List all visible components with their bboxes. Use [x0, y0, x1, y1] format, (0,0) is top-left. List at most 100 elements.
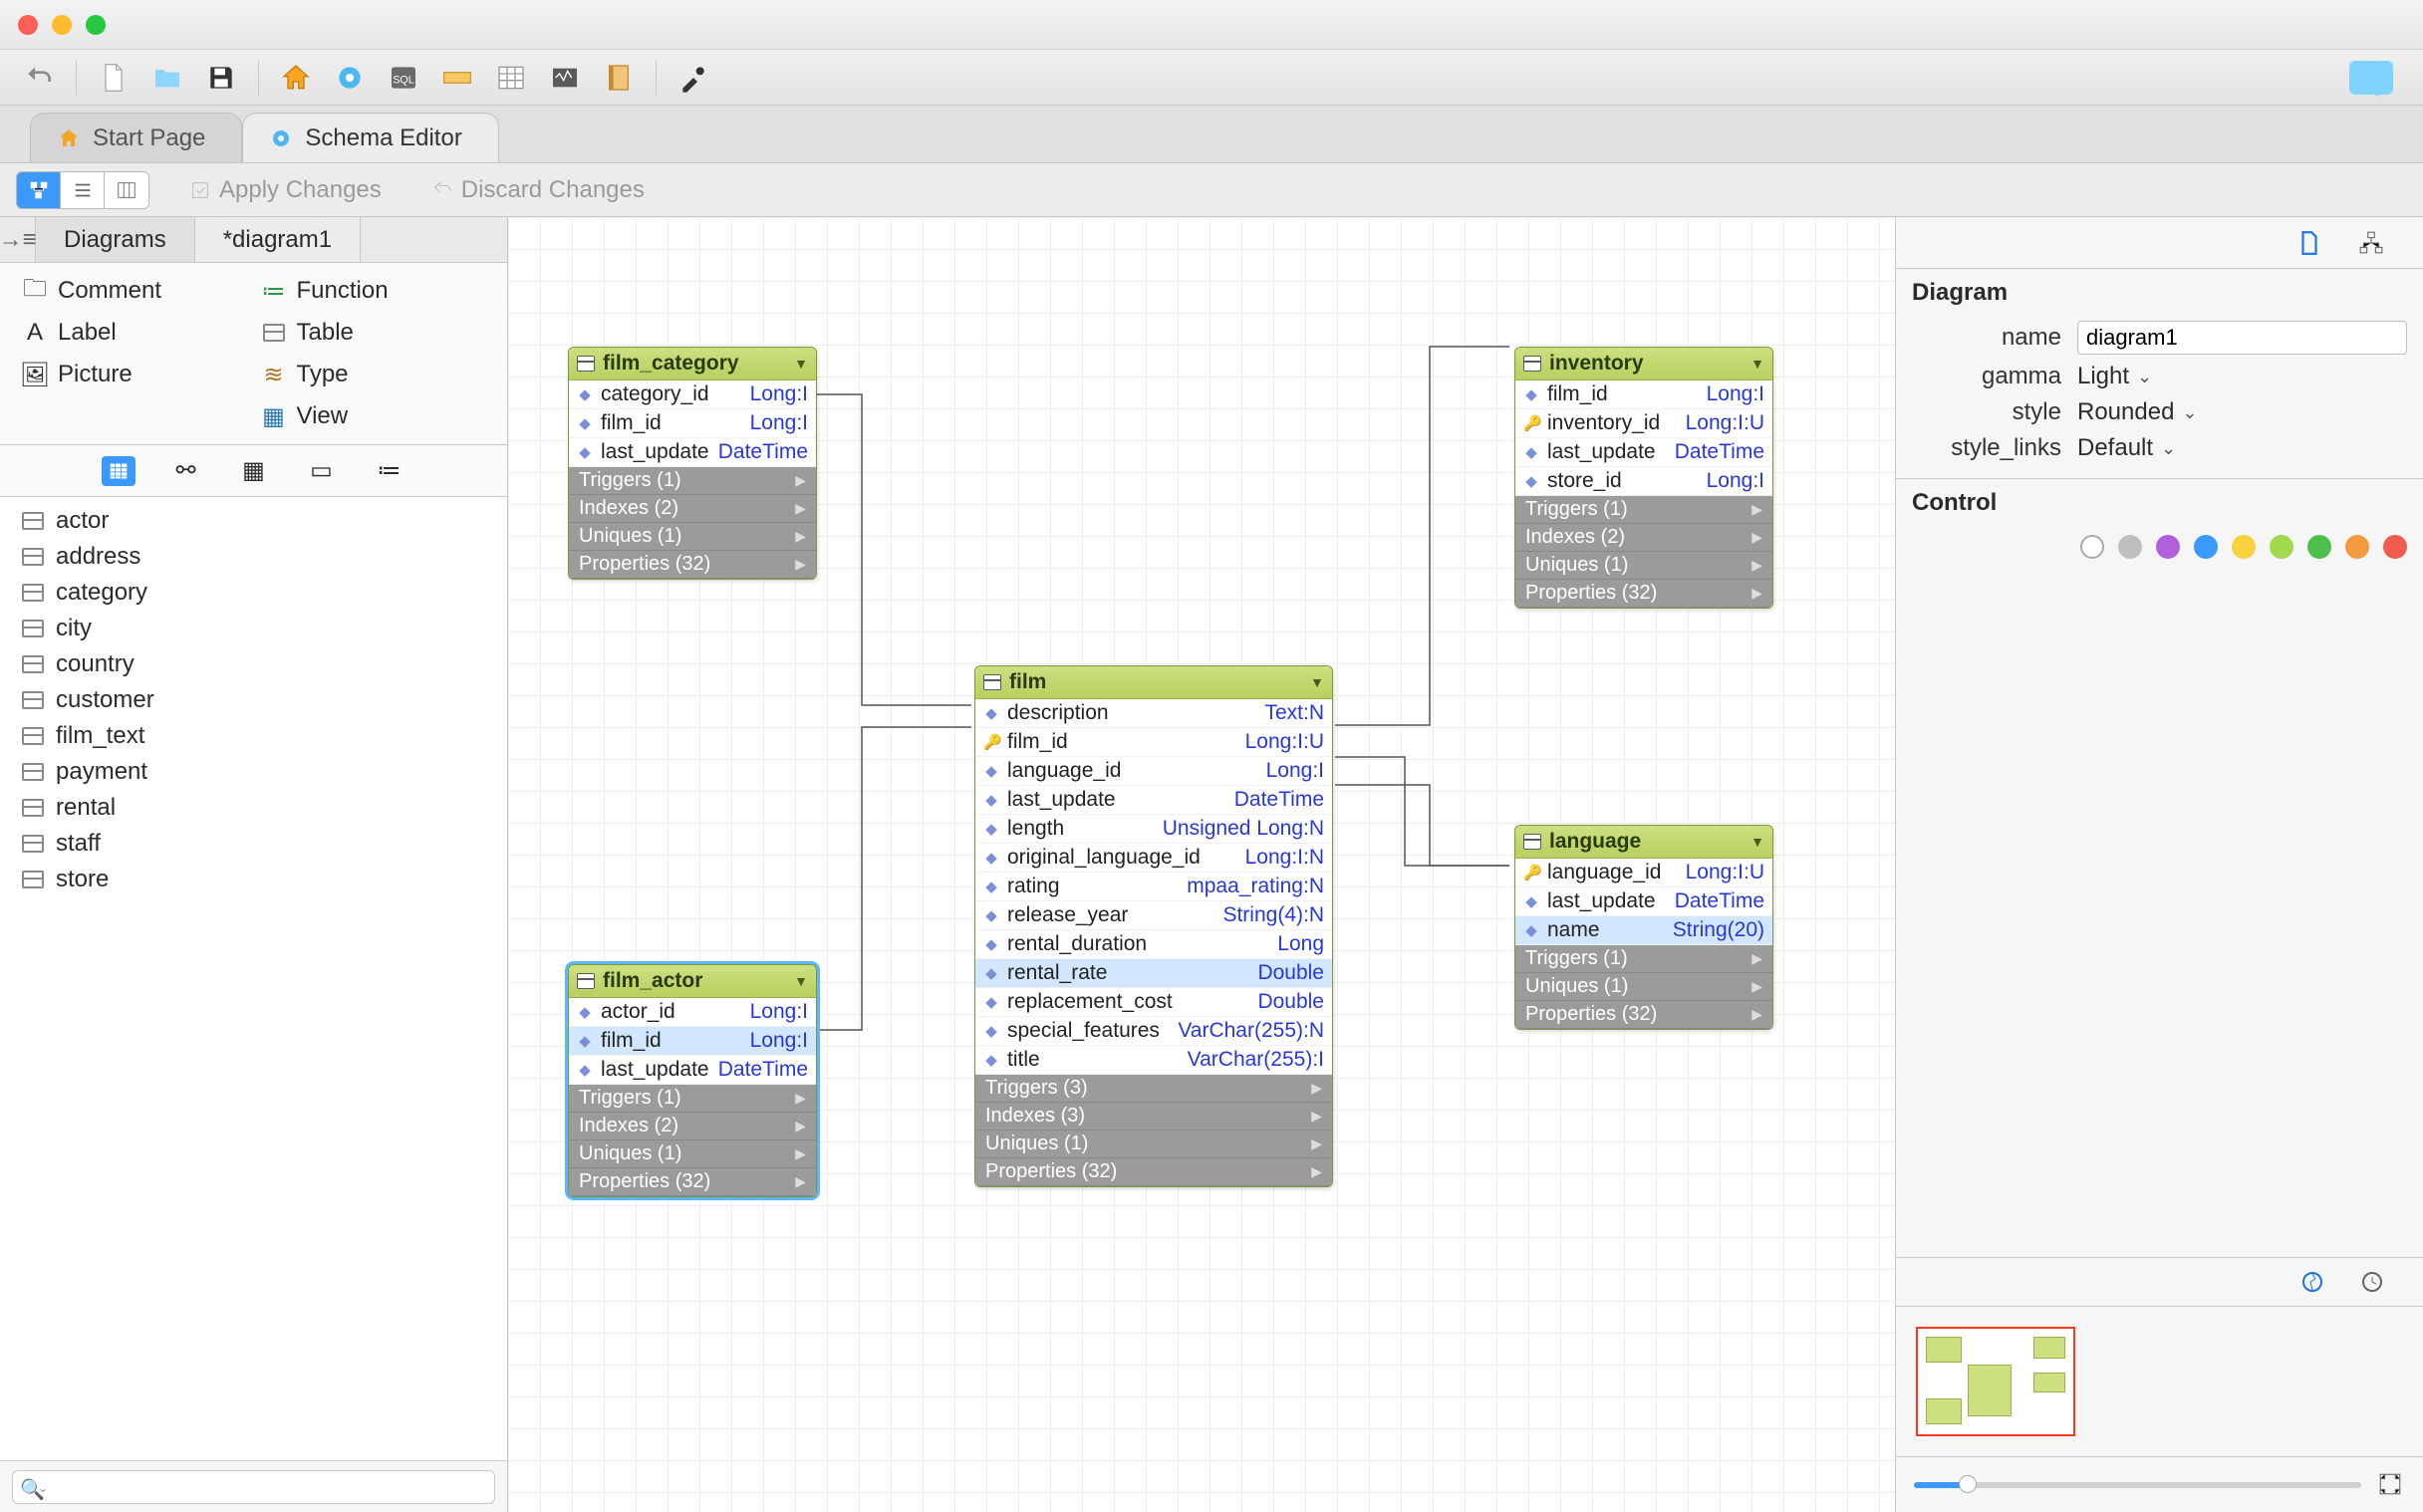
palette-view[interactable]: ▦View	[259, 398, 488, 434]
links-select[interactable]: Default	[2077, 434, 2176, 462]
er-section[interactable]: Uniques (1)▶	[1515, 973, 1772, 1001]
palette-comment[interactable]: 🗀Comment	[20, 273, 249, 309]
home-button[interactable]	[273, 58, 319, 98]
inspector-tab-properties[interactable]	[2293, 227, 2325, 259]
er-header[interactable]: language▼	[1515, 826, 1772, 859]
discard-changes-button[interactable]: Discard Changes	[431, 176, 645, 204]
er-section[interactable]: Indexes (3)▶	[975, 1103, 1332, 1131]
er-section[interactable]: Properties (32)▶	[1515, 1001, 1772, 1029]
filter-links-button[interactable]: ⚯	[169, 456, 203, 486]
er-column[interactable]: ◆release_yearString(4):N	[975, 901, 1332, 930]
er-column[interactable]: ◆last_updateDateTime	[569, 438, 816, 467]
table-list-item[interactable]: address	[0, 539, 507, 575]
color-purple[interactable]	[2156, 535, 2180, 559]
table-list-item[interactable]: category	[0, 575, 507, 611]
er-section[interactable]: Triggers (3)▶	[975, 1075, 1332, 1103]
palette-function[interactable]: ≔Function	[259, 273, 488, 309]
er-header[interactable]: inventory▼	[1515, 348, 1772, 380]
collapse-sidebar-button[interactable]: →≡	[0, 217, 36, 262]
color-blue[interactable]	[2194, 535, 2218, 559]
er-section[interactable]: Indexes (2)▶	[1515, 524, 1772, 552]
activity-button[interactable]	[542, 58, 588, 98]
filter-procedures-button[interactable]: ≔	[373, 456, 406, 486]
gamma-select[interactable]: Light	[2077, 363, 2152, 390]
er-column[interactable]: ◆ratingmpaa_rating:N	[975, 873, 1332, 901]
close-window-button[interactable]	[18, 15, 38, 35]
er-column[interactable]: ◆actor_idLong:I	[569, 998, 816, 1027]
er-column[interactable]: 🔑film_idLong:I:U	[975, 728, 1332, 757]
er-section[interactable]: Properties (32)▶	[975, 1158, 1332, 1186]
minimize-window-button[interactable]	[52, 15, 72, 35]
color-green[interactable]	[2307, 535, 2331, 559]
er-section[interactable]: Properties (32)▶	[1515, 580, 1772, 608]
zoom-fit-button[interactable]	[2377, 1471, 2405, 1499]
minimap[interactable]	[1916, 1327, 2075, 1436]
er-header[interactable]: film_actor▼	[569, 965, 816, 998]
palette-picture[interactable]: 🖼Picture	[20, 357, 249, 392]
er-section[interactable]: Uniques (1)▶	[1515, 552, 1772, 580]
palette-table[interactable]: Table	[259, 315, 488, 351]
color-red[interactable]	[2383, 535, 2407, 559]
table-list-item[interactable]: payment	[0, 754, 507, 790]
table-list-item[interactable]: rental	[0, 790, 507, 826]
color-yellow[interactable]	[2232, 535, 2256, 559]
er-column[interactable]: 🔑language_idLong:I:U	[1515, 859, 1772, 887]
er-column[interactable]: ◆rental_rateDouble	[975, 959, 1332, 988]
color-orange[interactable]	[2345, 535, 2369, 559]
er-column[interactable]: ◆descriptionText:N	[975, 699, 1332, 728]
filter-tables-button[interactable]	[102, 456, 135, 486]
zoom-slider[interactable]	[1914, 1482, 2361, 1488]
er-column[interactable]: ◆film_idLong:I	[569, 409, 816, 438]
open-folder-button[interactable]	[144, 58, 190, 98]
er-column[interactable]: ◆last_updateDateTime	[1515, 438, 1772, 467]
er-column[interactable]: ◆language_idLong:I	[975, 757, 1332, 786]
er-header[interactable]: film_category▼	[569, 348, 816, 380]
er-table-film[interactable]: film▼◆descriptionText:N🔑film_idLong:I:U◆…	[974, 665, 1333, 1187]
er-column[interactable]: ◆rental_durationLong	[975, 930, 1332, 959]
er-section[interactable]: Indexes (2)▶	[569, 1113, 816, 1140]
table-list-item[interactable]: city	[0, 611, 507, 646]
sql-editor-button[interactable]: SQL	[381, 58, 426, 98]
new-file-button[interactable]	[91, 58, 136, 98]
table-list-item[interactable]: actor	[0, 503, 507, 539]
er-column[interactable]: ◆category_idLong:I	[569, 380, 816, 409]
er-column[interactable]: ◆film_idLong:I	[1515, 380, 1772, 409]
table-list-item[interactable]: store	[0, 862, 507, 897]
er-section[interactable]: Triggers (1)▶	[1515, 945, 1772, 973]
zoom-window-button[interactable]	[86, 15, 106, 35]
er-table-film_actor[interactable]: film_actor▼◆actor_idLong:I◆film_idLong:I…	[568, 964, 817, 1197]
er-header[interactable]: film▼	[975, 666, 1332, 699]
palette-type[interactable]: ≋Type	[259, 357, 488, 392]
save-button[interactable]	[198, 58, 244, 98]
er-column[interactable]: ◆last_updateDateTime	[975, 786, 1332, 815]
er-column[interactable]: ◆lengthUnsigned Long:N	[975, 815, 1332, 844]
er-column[interactable]: ◆film_idLong:I	[569, 1027, 816, 1056]
view-diagram-button[interactable]	[17, 172, 61, 208]
er-section[interactable]: Indexes (2)▶	[569, 495, 816, 523]
table-list-item[interactable]: customer	[0, 682, 507, 718]
er-section[interactable]: Uniques (1)▶	[569, 1140, 816, 1168]
subtab-diagrams[interactable]: Diagrams	[36, 217, 195, 262]
er-section[interactable]: Uniques (1)▶	[569, 523, 816, 551]
er-column[interactable]: ◆last_updateDateTime	[1515, 887, 1772, 916]
inspector-tab-tree[interactable]	[2355, 227, 2387, 259]
er-section[interactable]: Uniques (1)▶	[975, 1131, 1332, 1158]
eyedropper-button[interactable]	[671, 58, 716, 98]
search-input[interactable]	[12, 1470, 495, 1504]
schema-button[interactable]	[327, 58, 373, 98]
feedback-button[interactable]	[2349, 61, 2393, 95]
er-column[interactable]: ◆store_idLong:I	[1515, 467, 1772, 496]
er-column[interactable]: ◆original_language_idLong:I:N	[975, 844, 1332, 873]
palette-label[interactable]: ALabel	[20, 315, 249, 351]
color-none[interactable]	[2080, 535, 2104, 559]
table-list-item[interactable]: country	[0, 646, 507, 682]
er-table-inventory[interactable]: inventory▼◆film_idLong:I🔑inventory_idLon…	[1514, 347, 1773, 609]
ruler-button[interactable]	[434, 58, 480, 98]
er-column[interactable]: ◆titleVarChar(255):I	[975, 1046, 1332, 1075]
er-column[interactable]: ◆replacement_costDouble	[975, 988, 1332, 1017]
er-column[interactable]: ◆special_featuresVarChar(255):N	[975, 1017, 1332, 1046]
er-section[interactable]: Properties (32)▶	[569, 1168, 816, 1196]
er-column[interactable]: ◆nameString(20)	[1515, 916, 1772, 945]
data-editor-button[interactable]	[488, 58, 534, 98]
filter-other-button[interactable]: ▭	[305, 456, 339, 486]
